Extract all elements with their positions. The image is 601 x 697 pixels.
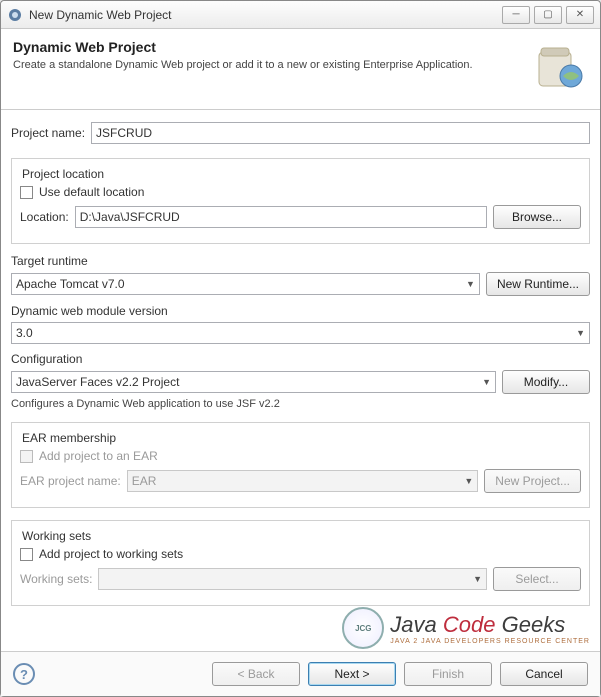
configuration-select[interactable]: JavaServer Faces v2.2 Project ▼ bbox=[11, 371, 496, 393]
project-location-group-title: Project location bbox=[18, 167, 108, 181]
finish-button: Finish bbox=[404, 662, 492, 686]
location-label: Location: bbox=[20, 210, 69, 224]
select-working-sets-button: Select... bbox=[493, 567, 581, 591]
chevron-down-icon: ▼ bbox=[473, 574, 482, 584]
app-icon bbox=[7, 7, 23, 23]
add-to-ear-checkbox[interactable]: Add project to an EAR bbox=[20, 449, 581, 463]
window-title: New Dynamic Web Project bbox=[29, 8, 502, 22]
ear-project-name-label: EAR project name: bbox=[20, 474, 121, 488]
back-button: < Back bbox=[212, 662, 300, 686]
close-button[interactable]: ✕ bbox=[566, 6, 594, 24]
cancel-button[interactable]: Cancel bbox=[500, 662, 588, 686]
module-version-label: Dynamic web module version bbox=[11, 304, 590, 318]
project-name-label: Project name: bbox=[11, 126, 85, 140]
watermark: JCG Java Code Geeks JAVA 2 JAVA DEVELOPE… bbox=[342, 607, 590, 649]
use-default-location-label: Use default location bbox=[39, 185, 144, 199]
checkbox-icon bbox=[20, 450, 33, 463]
browse-button[interactable]: Browse... bbox=[493, 205, 581, 229]
ear-group-title: EAR membership bbox=[18, 431, 120, 445]
new-runtime-button[interactable]: New Runtime... bbox=[486, 272, 590, 296]
target-runtime-value: Apache Tomcat v7.0 bbox=[16, 277, 125, 291]
configuration-value: JavaServer Faces v2.2 Project bbox=[16, 375, 179, 389]
project-name-input[interactable] bbox=[91, 122, 590, 144]
banner: Dynamic Web Project Create a standalone … bbox=[1, 29, 600, 110]
banner-heading: Dynamic Web Project bbox=[13, 39, 532, 55]
chevron-down-icon: ▼ bbox=[576, 328, 585, 338]
dialog-footer: ? < Back Next > Finish Cancel bbox=[1, 651, 600, 696]
minimize-button[interactable]: ─ bbox=[502, 6, 530, 24]
target-runtime-label: Target runtime bbox=[11, 254, 590, 268]
watermark-logo: JCG bbox=[342, 607, 384, 649]
add-to-working-sets-label: Add project to working sets bbox=[39, 547, 183, 561]
watermark-brand: Java Code Geeks bbox=[390, 612, 590, 638]
next-button[interactable]: Next > bbox=[308, 662, 396, 686]
banner-description: Create a standalone Dynamic Web project … bbox=[13, 59, 532, 71]
working-sets-group-title: Working sets bbox=[18, 529, 95, 543]
add-to-ear-label: Add project to an EAR bbox=[39, 449, 158, 463]
target-runtime-select[interactable]: Apache Tomcat v7.0 ▼ bbox=[11, 273, 480, 295]
add-to-working-sets-checkbox[interactable]: Add project to working sets bbox=[20, 547, 581, 561]
configuration-hint: Configures a Dynamic Web application to … bbox=[11, 398, 590, 410]
titlebar: New Dynamic Web Project ─ ▢ ✕ bbox=[1, 1, 600, 29]
ear-project-name-select: EAR ▼ bbox=[127, 470, 479, 492]
working-sets-select: ▼ bbox=[98, 568, 487, 590]
configuration-label: Configuration bbox=[11, 352, 590, 366]
chevron-down-icon: ▼ bbox=[466, 279, 475, 289]
checkbox-icon bbox=[20, 548, 33, 561]
working-sets-label: Working sets: bbox=[20, 572, 92, 586]
dialog-body: Project name: Project location Use defau… bbox=[1, 110, 600, 651]
module-version-select[interactable]: 3.0 ▼ bbox=[11, 322, 590, 344]
module-version-value: 3.0 bbox=[16, 326, 33, 340]
checkbox-icon bbox=[20, 186, 33, 199]
modify-button[interactable]: Modify... bbox=[502, 370, 590, 394]
ear-project-name-value: EAR bbox=[132, 474, 157, 488]
use-default-location-checkbox[interactable]: Use default location bbox=[20, 185, 581, 199]
location-input[interactable] bbox=[75, 206, 487, 228]
window-controls: ─ ▢ ✕ bbox=[502, 6, 594, 24]
chevron-down-icon: ▼ bbox=[464, 476, 473, 486]
maximize-button[interactable]: ▢ bbox=[534, 6, 562, 24]
banner-icon bbox=[532, 39, 588, 95]
help-button[interactable]: ? bbox=[13, 663, 35, 685]
new-project-button: New Project... bbox=[484, 469, 581, 493]
watermark-sub: JAVA 2 JAVA DEVELOPERS RESOURCE CENTER bbox=[390, 638, 590, 645]
chevron-down-icon: ▼ bbox=[482, 377, 491, 387]
dialog-window: New Dynamic Web Project ─ ▢ ✕ Dynamic We… bbox=[0, 0, 601, 697]
